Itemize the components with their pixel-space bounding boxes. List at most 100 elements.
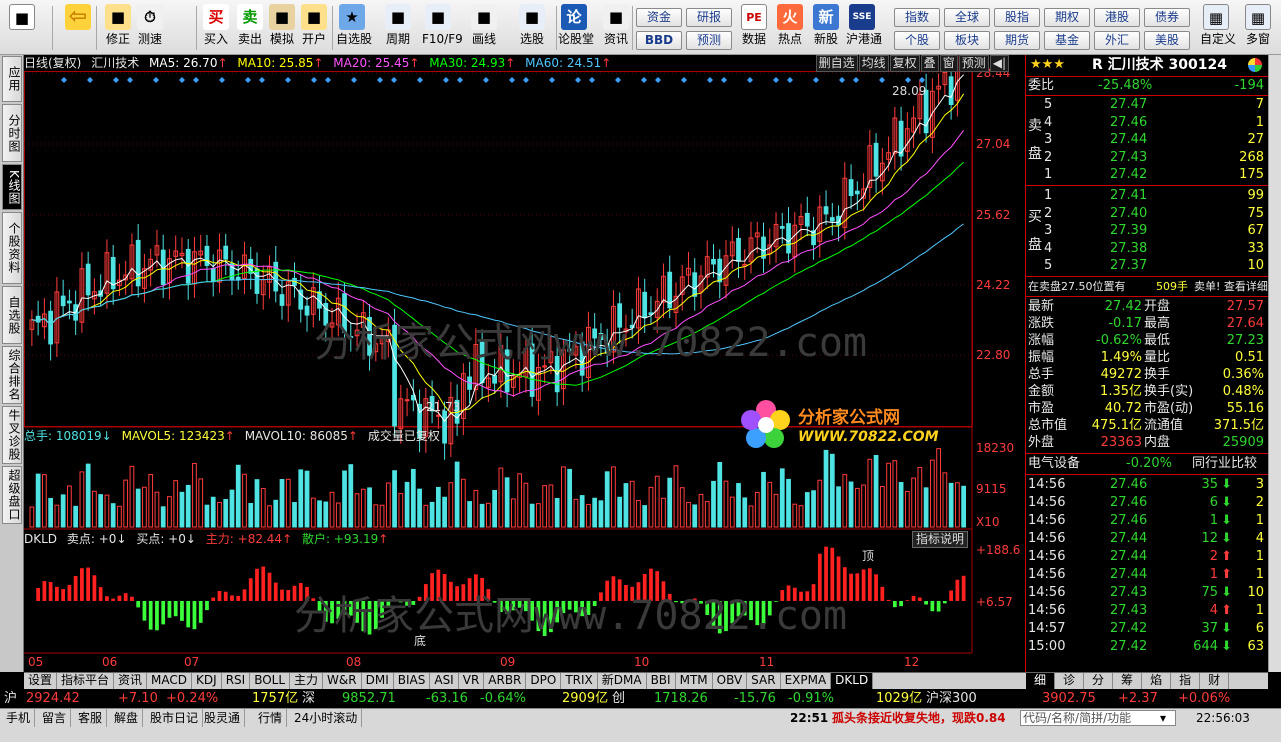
detail-tab-4[interactable]: 焰 bbox=[1142, 673, 1172, 689]
toolbar-mini-外汇[interactable]: 外汇 bbox=[1094, 31, 1140, 50]
toolbar-button-12[interactable]: ■ 选股 bbox=[516, 4, 548, 52]
left-tab-5[interactable]: 综合排名 bbox=[2, 346, 22, 404]
status-item-6[interactable]: 行情 bbox=[254, 709, 288, 727]
left-tab-7[interactable]: 超级盘口 bbox=[2, 466, 22, 524]
toolbar-button-1[interactable]: ⇦ bbox=[62, 4, 94, 52]
indicator-tab-6[interactable]: BOLL bbox=[250, 673, 291, 689]
indicator-tab-4[interactable]: KDJ bbox=[192, 673, 222, 689]
toolbar-button-2[interactable]: ■ 修正 bbox=[102, 4, 134, 52]
toolbar-button2-2[interactable]: 新新股 bbox=[810, 4, 842, 52]
indicator-tab-17[interactable]: BBI bbox=[647, 673, 676, 689]
bid-row[interactable]: 5 27.37 10 bbox=[1026, 257, 1268, 274]
toolbar-button-14[interactable]: ■ 资讯 bbox=[600, 4, 632, 52]
toolbar-mini-预测[interactable]: 预测 bbox=[686, 31, 732, 50]
left-tab-1[interactable]: 分时图 bbox=[2, 104, 22, 162]
toolbar-button3-0[interactable]: ▦ 自定义 bbox=[1200, 4, 1236, 52]
bid-row[interactable]: 4 27.38 33 bbox=[1026, 240, 1268, 257]
toolbar-button-10[interactable]: ■ F10/F9 bbox=[422, 4, 463, 52]
detail-tab-6[interactable]: 财 bbox=[1200, 673, 1230, 689]
news-ticker[interactable]: 孤头条接近收复失地，现跌0.84 bbox=[832, 709, 1006, 727]
toolbar-mini-美股[interactable]: 美股 bbox=[1144, 31, 1190, 50]
toolbar-mini-BBD[interactable]: BBD bbox=[636, 31, 682, 50]
toolbar-mini-资金[interactable]: 资金 bbox=[636, 8, 682, 27]
bid-row[interactable]: 3 27.39 67 bbox=[1026, 222, 1268, 239]
status-item-3[interactable]: 解盘 bbox=[110, 709, 144, 727]
right-scrollbar[interactable] bbox=[1268, 55, 1281, 672]
toolbar-mini-板块[interactable]: 板块 bbox=[944, 31, 990, 50]
toolbar-mini-指数[interactable]: 指数 bbox=[894, 8, 940, 27]
toolbar-button2-3[interactable]: SSE 沪港通 bbox=[846, 4, 882, 52]
chart-top-button-3[interactable]: 叠 bbox=[920, 55, 939, 72]
toolbar-mini-全球[interactable]: 全球 bbox=[944, 8, 990, 27]
detail-tab-0[interactable]: 细 bbox=[1026, 673, 1056, 689]
indicator-tab-1[interactable]: 指标平台 bbox=[57, 673, 115, 689]
left-tab-0[interactable]: 应用 bbox=[2, 56, 22, 102]
search-input[interactable]: 代码/名称/简拼/功能 bbox=[1020, 710, 1176, 726]
sector-row[interactable]: 电气设备 -0.20% 同行业比较 bbox=[1026, 455, 1268, 472]
indicator-tab-7[interactable]: 主力 bbox=[290, 673, 324, 689]
status-item-5[interactable]: 股灵通 bbox=[200, 709, 246, 727]
indicator-tab-9[interactable]: DMI bbox=[362, 673, 394, 689]
indicator-tab-0[interactable]: 设置 bbox=[24, 673, 58, 689]
search-dropdown-icon[interactable]: ▾ bbox=[1160, 709, 1166, 727]
chart-top-button-0[interactable]: 删自选 bbox=[815, 55, 858, 72]
toolbar-button-11[interactable]: ■ 画线 bbox=[468, 4, 500, 52]
toolbar-button-13[interactable]: 论论股堂 bbox=[558, 4, 594, 52]
toolbar-button-5[interactable]: 卖卖出 bbox=[234, 4, 266, 52]
chart-top-button-4[interactable]: 窗 bbox=[939, 55, 958, 72]
indicator-tab-10[interactable]: BIAS bbox=[394, 673, 431, 689]
toolbar-button2-0[interactable]: PE 数据 bbox=[738, 4, 770, 52]
status-item-2[interactable]: 客服 bbox=[74, 709, 108, 727]
toolbar-mini-期权[interactable]: 期权 bbox=[1044, 8, 1090, 27]
status-item-1[interactable]: 留言 bbox=[38, 709, 72, 727]
indicator-tab-2[interactable]: 资讯 bbox=[114, 673, 148, 689]
toolbar-button-3[interactable]: ⏱ 测速 bbox=[134, 4, 166, 52]
toolbar-button2-1[interactable]: 火热点 bbox=[774, 4, 806, 52]
toolbar-button-9[interactable]: ■ 周期 bbox=[382, 4, 414, 52]
toolbar-button-4[interactable]: 买买入 bbox=[200, 4, 232, 52]
left-tab-3[interactable]: 个股资料 bbox=[2, 212, 22, 284]
indicator-tab-20[interactable]: SAR bbox=[747, 673, 781, 689]
toolbar-mini-研报[interactable]: 研报 bbox=[686, 8, 732, 27]
indicator-tab-8[interactable]: W&R bbox=[323, 673, 362, 689]
indicator-tab-3[interactable]: MACD bbox=[147, 673, 193, 689]
toolbar-button-0[interactable]: ■ bbox=[6, 4, 38, 52]
toolbar-mini-港股[interactable]: 港股 bbox=[1094, 8, 1140, 27]
toolbar-mini-股指[interactable]: 股指 bbox=[994, 8, 1040, 27]
detail-tab-2[interactable]: 分 bbox=[1084, 673, 1114, 689]
indicator-tab-5[interactable]: RSI bbox=[222, 673, 251, 689]
indicator-tab-12[interactable]: VR bbox=[459, 673, 485, 689]
toolbar-button-7[interactable]: ■ 开户 bbox=[298, 4, 330, 52]
indicator-tab-13[interactable]: ARBR bbox=[484, 673, 527, 689]
ask-row[interactable]: 2 27.43 268 bbox=[1026, 149, 1268, 166]
kline-chart-area[interactable]: 28.44 27.04 25.62 24.22 22.80 18230 9115 X10 +18… bbox=[24, 55, 1026, 672]
chart-top-button-1[interactable]: 均线 bbox=[858, 55, 889, 72]
chart-top-button-2[interactable]: 复权 bbox=[889, 55, 920, 72]
left-tab-2[interactable]: K线图 bbox=[2, 164, 22, 210]
indicator-help-button[interactable]: 指标说明 bbox=[912, 531, 969, 548]
status-item-4[interactable]: 股市日记 bbox=[146, 709, 204, 727]
ask-row[interactable]: 4 27.46 1 bbox=[1026, 114, 1268, 131]
indicator-tab-22[interactable]: DKLD bbox=[831, 673, 874, 689]
chart-menu-icon[interactable]: ◀| bbox=[989, 55, 1009, 72]
bid-row[interactable]: 1 27.41 99 bbox=[1026, 187, 1268, 204]
indicator-tab-19[interactable]: OBV bbox=[713, 673, 748, 689]
ask-row[interactable]: 1 27.42 175 bbox=[1026, 166, 1268, 183]
toolbar-mini-期货[interactable]: 期货 bbox=[994, 31, 1040, 50]
sector-compare-button[interactable]: 同行业比较 bbox=[1192, 455, 1257, 472]
indicator-tab-21[interactable]: EXPMA bbox=[781, 673, 832, 689]
toolbar-mini-基金[interactable]: 基金 bbox=[1044, 31, 1090, 50]
bid-row[interactable]: 2 27.40 75 bbox=[1026, 205, 1268, 222]
detail-tab-5[interactable]: 指 bbox=[1171, 673, 1201, 689]
toolbar-mini-个股[interactable]: 个股 bbox=[894, 31, 940, 50]
toolbar-button3-1[interactable]: ▦ 多窗 bbox=[1242, 4, 1274, 52]
detail-tab-3[interactable]: 筹 bbox=[1113, 673, 1143, 689]
detail-tab-1[interactable]: 诊 bbox=[1055, 673, 1085, 689]
toolbar-button-6[interactable]: ■ 模拟 bbox=[266, 4, 298, 52]
indicator-tab-15[interactable]: TRIX bbox=[561, 673, 598, 689]
status-item-0[interactable]: 手机 bbox=[2, 709, 36, 727]
left-tab-6[interactable]: 牛叉诊股 bbox=[2, 406, 22, 464]
big-order-notice[interactable]: 在卖盘27.50位置有 509手 卖单! 查看详细 bbox=[1026, 278, 1268, 295]
toolbar-button-8[interactable]: ★ 自选股 bbox=[336, 4, 372, 52]
indicator-tab-16[interactable]: 新DMA bbox=[598, 673, 647, 689]
